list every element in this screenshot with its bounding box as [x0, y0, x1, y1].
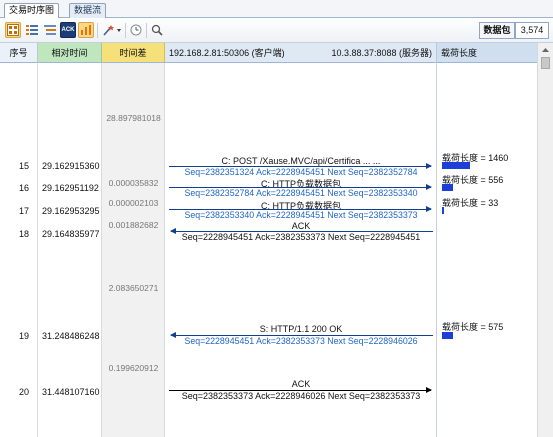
packet-seq: 20: [19, 387, 30, 397]
toolbar-separator: [97, 23, 98, 38]
payload-length-label: 载荷长度 = 33: [442, 198, 499, 208]
packet-count-label: 数据包: [479, 22, 515, 39]
filter-wand-icon[interactable]: [101, 22, 123, 38]
time-diff-value: 2.083650271: [108, 283, 159, 293]
grid-view-icon[interactable]: [5, 22, 21, 38]
packet-seq: 15: [19, 161, 30, 171]
packet-label[interactable]: C: POST /Xause.MVC/api/Certifica ... ...: [168, 156, 434, 166]
column-header-flow[interactable]: 192.168.2.81:50306 (客户端) 10.3.88.37:8088…: [165, 43, 437, 63]
chart-icon[interactable]: [78, 22, 94, 38]
toolbar-separator: [125, 23, 126, 38]
packet-seq: 17: [19, 206, 30, 216]
toolbar-separator: [146, 23, 147, 38]
packet-count-value: 3,574: [515, 22, 549, 39]
column-header-time-diff[interactable]: 时间差: [102, 43, 165, 63]
packet-seq: 16: [19, 183, 30, 193]
client-endpoint: 192.168.2.81:50306 (客户端): [169, 48, 285, 58]
tab-data-stream[interactable]: 数据流: [69, 3, 107, 18]
packet-detail: Seq=2382353340 Ack=2228945451 Next Seq=2…: [184, 210, 418, 220]
payload-length-bar: [442, 162, 470, 169]
payload-length-bar: [442, 332, 453, 339]
packet-relative-time: 29.162953295: [42, 206, 100, 216]
packet-label[interactable]: S: HTTP/1.1 200 OK: [168, 324, 434, 334]
tab-bar: 交易时序图 数据流: [0, 0, 553, 19]
packet-relative-time: 29.162915360: [42, 161, 100, 171]
tab-sequence-diagram[interactable]: 交易时序图: [4, 3, 60, 19]
time-diff-value: 0.199620912: [108, 363, 159, 373]
packet-detail: Seq=2382352784 Ack=2228945451 Next Seq=2…: [184, 188, 418, 198]
payload-length-bar: [442, 184, 453, 191]
packet-relative-time: 29.164835977: [42, 229, 100, 239]
packet-detail: Seq=2228945451 Ack=2382353373 Next Seq=2…: [181, 232, 421, 242]
scroll-up-icon[interactable]: [538, 43, 553, 57]
time-diff-value: 0.000035832: [108, 178, 159, 188]
toolbar: ACK: [0, 18, 553, 43]
list-view-icon[interactable]: [24, 22, 40, 38]
packet-detail: Seq=2382353373 Ack=2228946026 Next Seq=2…: [181, 391, 421, 401]
relative-time-column: [38, 63, 102, 437]
payload-length-column: [437, 63, 537, 437]
vertical-scrollbar[interactable]: [537, 43, 553, 437]
time-diff-value: 28.897981018: [106, 113, 161, 123]
packet-seq: 18: [19, 229, 30, 239]
seq-column: [0, 63, 38, 437]
search-icon[interactable]: [149, 22, 165, 38]
packet-detail: Seq=2382351324 Ack=2228945451 Next Seq=2…: [184, 167, 418, 177]
column-header-seq[interactable]: 序号: [0, 43, 38, 63]
list-detail-icon[interactable]: [42, 22, 58, 38]
packet-relative-time: 31.448107160: [42, 387, 100, 397]
clock-icon[interactable]: [128, 22, 144, 38]
packet-relative-time: 31.248486248: [42, 331, 100, 341]
column-header-payload-length[interactable]: 载荷长度: [437, 43, 537, 63]
column-header-relative-time[interactable]: 相对时间: [38, 43, 102, 63]
ack-label: ACK: [61, 27, 75, 33]
payload-length-bar: [442, 207, 444, 214]
time-diff-value: 0.000002103: [108, 198, 159, 208]
packet-seq: 19: [19, 331, 30, 341]
ack-icon[interactable]: ACK: [60, 22, 76, 38]
packet-relative-time: 29.162951192: [42, 183, 99, 193]
packet-detail: Seq=2228945451 Ack=2382353373 Next Seq=2…: [184, 336, 418, 346]
packet-label[interactable]: ACK: [168, 379, 434, 389]
packet-label[interactable]: ACK: [168, 221, 434, 231]
server-endpoint: 10.3.88.37:8088 (服务器): [331, 48, 432, 58]
time-diff-value: 0.001882682: [108, 220, 159, 230]
scroll-thumb[interactable]: [541, 57, 550, 69]
